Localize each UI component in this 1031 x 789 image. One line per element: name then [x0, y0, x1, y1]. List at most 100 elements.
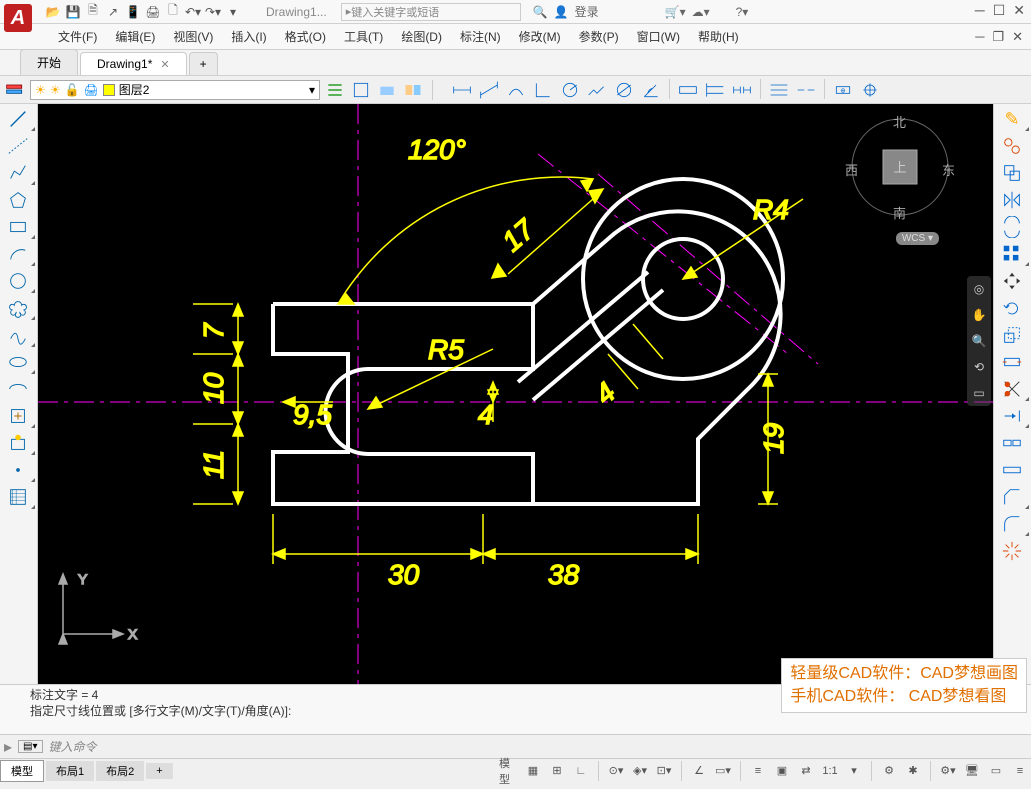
dim-center-icon[interactable]: [857, 79, 883, 101]
workspace-icon[interactable]: ⚙▾: [937, 761, 959, 781]
spline-tool[interactable]: [0, 322, 36, 348]
nav-showmotion-icon[interactable]: ▭: [970, 384, 988, 402]
model-tab[interactable]: 模型: [0, 760, 44, 782]
join-tool[interactable]: [994, 457, 1030, 483]
dim-baseline-icon[interactable]: [702, 79, 728, 101]
saveas-icon[interactable]: 🗎: [84, 3, 102, 21]
user-icon[interactable]: 👤: [554, 5, 569, 19]
menu-insert[interactable]: 插入(I): [223, 25, 274, 48]
ortho-icon[interactable]: ∟: [570, 761, 592, 781]
cloud-icon[interactable]: ☁▾: [692, 5, 710, 19]
minimize-button[interactable]: ─: [975, 2, 985, 19]
offset-tool[interactable]: [994, 214, 1030, 240]
array-tool[interactable]: [994, 241, 1030, 267]
menu-tools[interactable]: 工具(T): [336, 25, 391, 48]
extend-tool[interactable]: [994, 403, 1030, 429]
menu-file[interactable]: 文件(F): [50, 25, 105, 48]
dim-aligned-icon[interactable]: [476, 79, 502, 101]
wcs-badge[interactable]: WCS ▾: [896, 232, 939, 245]
dim-linear-icon[interactable]: [449, 79, 475, 101]
compass-south[interactable]: 南: [893, 203, 906, 222]
scale-tool[interactable]: [994, 322, 1030, 348]
lineweight-icon[interactable]: ≡: [747, 761, 769, 781]
annoscale-dd[interactable]: ▾: [843, 761, 865, 781]
export-icon[interactable]: ↗: [104, 3, 122, 21]
tab-drawing1[interactable]: Drawing1* ✕: [80, 52, 187, 75]
polar-icon[interactable]: ⊙▾: [605, 761, 627, 781]
menu-edit[interactable]: 编辑(E): [107, 25, 163, 48]
close-button[interactable]: ✕: [1013, 2, 1025, 19]
break-tool[interactable]: [994, 430, 1030, 456]
layer-states-icon[interactable]: [324, 79, 346, 101]
layout1-tab[interactable]: 布局1: [46, 761, 94, 781]
monitor-icon[interactable]: 🖥: [961, 761, 983, 781]
otrack-icon[interactable]: ∠: [688, 761, 710, 781]
layer-match-icon[interactable]: [402, 79, 424, 101]
construction-line-tool[interactable]: [0, 133, 36, 159]
grid-icon[interactable]: ▦: [522, 761, 544, 781]
ellipse-tool[interactable]: [0, 349, 36, 375]
menu-help[interactable]: 帮助(H): [690, 25, 747, 48]
rotate-tool[interactable]: [994, 295, 1030, 321]
layer-manager-icon[interactable]: [4, 79, 26, 101]
layout2-tab[interactable]: 布局2: [96, 761, 144, 781]
dim-continue-icon[interactable]: [729, 79, 755, 101]
trim-tool[interactable]: [994, 376, 1030, 402]
dim-ordinate-icon[interactable]: [530, 79, 556, 101]
more-icon[interactable]: ▾: [224, 3, 242, 21]
compass-north[interactable]: 北: [893, 112, 906, 131]
cross-move-tool[interactable]: [994, 268, 1030, 294]
rectangle-tool[interactable]: [0, 214, 36, 240]
preview-icon[interactable]: 🗋: [164, 3, 182, 21]
drawing-canvas[interactable]: 120° 17 R4 R5 7 10 11 9,5: [38, 104, 993, 684]
menu-params[interactable]: 参数(P): [571, 25, 627, 48]
cmd-toggle-icon[interactable]: ▸: [4, 737, 12, 757]
undo-icon[interactable]: ↶▾: [184, 3, 202, 21]
dim-angular-icon[interactable]: [638, 79, 664, 101]
help-icon[interactable]: ?▾: [736, 5, 749, 19]
layer-iso-icon[interactable]: [350, 79, 372, 101]
nav-orbit-icon[interactable]: ⟲: [970, 358, 988, 376]
dim-arc-icon[interactable]: [503, 79, 529, 101]
copy-tool[interactable]: [994, 160, 1030, 186]
iso-icon[interactable]: ◈▾: [629, 761, 651, 781]
menu-window[interactable]: 窗口(W): [629, 25, 688, 48]
menu-format[interactable]: 格式(O): [277, 25, 334, 48]
annovisibility-icon[interactable]: ✱: [902, 761, 924, 781]
doc-minimize-button[interactable]: ─: [975, 29, 984, 45]
point-tool[interactable]: [0, 457, 36, 483]
snap-icon[interactable]: ⊞: [546, 761, 568, 781]
view-cube[interactable]: 上 北 南 东 西: [845, 112, 955, 222]
save-icon[interactable]: 💾: [64, 3, 82, 21]
stretch-tool[interactable]: [994, 349, 1030, 375]
osnap-icon[interactable]: ⊡▾: [653, 761, 675, 781]
doc-restore-button[interactable]: ❐: [992, 29, 1004, 45]
maximize-button[interactable]: ☐: [993, 2, 1006, 19]
polygon-tool[interactable]: [0, 187, 36, 213]
dim-space-icon[interactable]: [766, 79, 792, 101]
nav-zoom-icon[interactable]: 🔍: [970, 332, 988, 350]
login-link[interactable]: 登录: [575, 3, 599, 20]
search-input[interactable]: ▸ 键入关键字或短语: [341, 3, 521, 21]
nav-wheel-icon[interactable]: ◎: [970, 280, 988, 298]
pencil-tool[interactable]: ✎: [994, 106, 1030, 132]
layer-selector[interactable]: ☀☀ 🔓🖨 图层2 ▾: [30, 80, 320, 100]
dim-tolerance-icon[interactable]: ⊕: [830, 79, 856, 101]
dim-jogged-icon[interactable]: [584, 79, 610, 101]
menu-view[interactable]: 视图(V): [165, 25, 221, 48]
chamfer-tool[interactable]: [994, 484, 1030, 510]
dim-diameter-icon[interactable]: [611, 79, 637, 101]
cmd-recent-icon[interactable]: ▤▾: [18, 740, 42, 753]
line-tool[interactable]: [0, 106, 36, 132]
revision-cloud-tool[interactable]: [0, 295, 36, 321]
fillet-tool[interactable]: [994, 511, 1030, 537]
ellipse-arc-tool[interactable]: [0, 376, 36, 402]
make-block-tool[interactable]: [0, 430, 36, 456]
redo-icon[interactable]: ↷▾: [204, 3, 222, 21]
modelspace-button[interactable]: 模型: [498, 761, 520, 781]
tab-start[interactable]: 开始: [20, 49, 78, 75]
circle-tool[interactable]: [0, 268, 36, 294]
print-icon[interactable]: 🖨: [144, 3, 162, 21]
tab-add-button[interactable]: +: [189, 52, 218, 75]
menu-annotate[interactable]: 标注(N): [452, 25, 509, 48]
